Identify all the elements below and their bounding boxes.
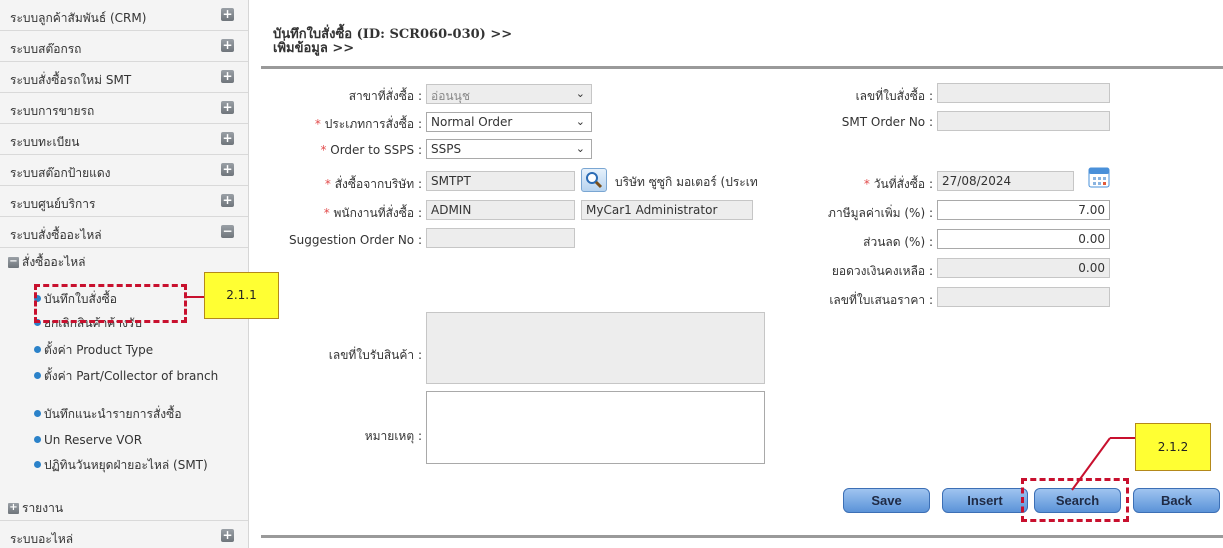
menu-parts-order[interactable]: ระบบสั่งซื้ออะไหล่ − (0, 217, 248, 248)
submenu-item-label: บันทึกแนะนำรายการสั่งซื้อ (44, 407, 182, 421)
chevron-down-icon: ⌄ (575, 87, 585, 100)
plus-icon[interactable]: + (221, 70, 234, 83)
plus-icon[interactable]: + (8, 503, 19, 514)
po-no-label: เลขที่ใบสั่งซื้อ : (855, 89, 933, 103)
menu-crm[interactable]: ระบบลูกค้าสัมพันธ์ (CRM) + (0, 0, 248, 31)
menu-label: ระบบสต๊อกป้ายแดง (10, 166, 111, 180)
bottom-divider (261, 535, 1223, 538)
menu-registration[interactable]: ระบบทะเบียน + (0, 124, 248, 155)
credit-field: 0.00 (937, 258, 1110, 278)
menu-label: ระบบสั่งซื้อรถใหม่ SMT (10, 73, 132, 87)
menu-label: ระบบทะเบียน (10, 135, 80, 149)
plus-icon[interactable]: + (221, 39, 234, 52)
quotation-field (937, 287, 1110, 307)
submenu-item-product-type[interactable]: ตั้งค่า Product Type (34, 343, 234, 357)
submenu-item-label: ปฏิทินวันหยุดฝ่ายอะไหล่ (SMT) (44, 458, 208, 472)
company-code-field: SMTPT (426, 171, 575, 191)
plus-icon[interactable]: + (221, 529, 234, 542)
smt-order-field (937, 111, 1110, 131)
callout-line (1071, 437, 1136, 491)
receipt-textarea (426, 312, 765, 384)
menu-label: ระบบการขายรถ (10, 104, 95, 118)
menu-service-center[interactable]: ระบบศูนย์บริการ + (0, 186, 248, 217)
company-name-field: บริษัท ซูซูกิ มอเตอร์ (ประเท (611, 171, 759, 191)
menu-label: ระบบสต๊อกรถ (10, 42, 82, 56)
remark-textarea[interactable] (426, 391, 765, 464)
vat-field[interactable]: 7.00 (937, 200, 1110, 220)
minus-icon[interactable]: − (8, 257, 19, 268)
menu-parts[interactable]: ระบบอะไหล่ + (0, 520, 248, 548)
top-divider (261, 66, 1223, 69)
plus-icon[interactable]: + (221, 194, 234, 207)
save-button[interactable]: Save (843, 488, 930, 513)
submenu-item-label: ตั้งค่า Part/Collector of branch (44, 369, 219, 383)
insert-button[interactable]: Insert (942, 488, 1028, 513)
menu-label: ระบบอะไหล่ (10, 532, 74, 546)
menu-label: ระบบสั่งซื้ออะไหล่ (10, 228, 102, 242)
back-button[interactable]: Back (1133, 488, 1220, 513)
bullet-icon (34, 346, 41, 353)
page-title-line2: เพิ่มข้อมูล >> (273, 41, 355, 56)
bullet-icon (34, 372, 41, 379)
submenu-header-label: สั่งซื้ออะไหล่ (22, 255, 86, 269)
credit-label: ยอดวงเงินคงเหลือ : (831, 264, 933, 278)
callout-2-1-2: 2.1.2 (1135, 423, 1211, 471)
discount-field[interactable]: 0.00 (937, 229, 1110, 249)
submenu-item-unreserve-vor[interactable]: Un Reserve VOR (34, 433, 234, 447)
calendar-icon[interactable] (1088, 166, 1110, 188)
submenu-header[interactable]: − สั่งซื้ออะไหล่ (8, 253, 86, 272)
suggestion-label: Suggestion Order No : (289, 233, 422, 247)
page-title-line1: บันทึกใบสั่งซื้อ (ID: SCR060-030) >> (273, 27, 513, 42)
menu-label: ระบบลูกค้าสัมพันธ์ (CRM) (10, 11, 147, 25)
submenu-item-label: ตั้งค่า Product Type (44, 343, 154, 357)
order-type-label: * ประเภทการสั่งซื้อ : (314, 117, 422, 131)
order-date-label: * วันที่สั่งซื้อ : (863, 177, 933, 191)
receipt-label: เลขที่ใบรับสินค้า : (328, 348, 422, 362)
smt-order-label: SMT Order No : (841, 115, 933, 129)
branch-label: สาขาที่สั่งซื้อ : (348, 89, 422, 103)
report-menu[interactable]: + รายงาน (8, 499, 63, 518)
minus-icon[interactable]: − (221, 225, 234, 238)
chevron-down-icon: ⌄ (575, 142, 585, 155)
search-icon[interactable] (581, 168, 607, 192)
remark-label: หมายเหตุ : (364, 429, 422, 443)
plus-icon[interactable]: + (221, 8, 234, 21)
page-title: บันทึกใบสั่งซื้อ (ID: SCR060-030) >> เพิ… (273, 28, 512, 56)
staff-name-field: MyCar1 Administrator (581, 200, 753, 220)
branch-select: อ่อนนุช ⌄ (426, 84, 592, 104)
vat-label: ภาษีมูลค่าเพิ่ม (%) : (828, 206, 933, 220)
menu-label: ระบบศูนย์บริการ (10, 197, 96, 211)
quotation-label: เลขที่ใบเสนอราคา : (829, 293, 933, 307)
callout-2-1-1: 2.1.1 (204, 272, 279, 319)
company-label: * สั่งซื้อจากบริษัท : (324, 177, 422, 191)
order-sps-label: * Order to SSPS : (320, 143, 422, 157)
highlight-box-save-po (34, 284, 187, 323)
callout-line (186, 296, 204, 298)
staff-label: * พนักงานที่สั่งซื้อ : (323, 206, 422, 220)
bullet-icon (34, 461, 41, 468)
order-type-select[interactable]: Normal Order ⌄ (426, 112, 592, 132)
report-label: รายงาน (22, 501, 64, 515)
submenu-item-part-collector[interactable]: ตั้งค่า Part/Collector of branch (34, 369, 234, 383)
submenu-item-holiday-calendar[interactable]: ปฏิทินวันหยุดฝ่ายอะไหล่ (SMT) (34, 458, 234, 472)
submenu-item-label: Un Reserve VOR (44, 433, 143, 447)
plus-icon[interactable]: + (221, 101, 234, 114)
po-no-field (937, 83, 1110, 103)
menu-red-plate-stock[interactable]: ระบบสต๊อกป้ายแดง + (0, 155, 248, 186)
bullet-icon (34, 410, 41, 417)
staff-code-field: ADMIN (426, 200, 575, 220)
order-sps-select[interactable]: SSPS ⌄ (426, 139, 592, 159)
bullet-icon (34, 436, 41, 443)
suggestion-field (426, 228, 575, 248)
discount-label: ส่วนลด (%) : (863, 235, 933, 249)
plus-icon[interactable]: + (221, 132, 234, 145)
chevron-down-icon: ⌄ (575, 115, 585, 128)
menu-car-sales[interactable]: ระบบการขายรถ + (0, 93, 248, 124)
menu-car-stock[interactable]: ระบบสต๊อกรถ + (0, 31, 248, 62)
order-date-field: 27/08/2024 (937, 171, 1074, 191)
submenu-item-suggest-order[interactable]: บันทึกแนะนำรายการสั่งซื้อ (34, 407, 234, 421)
menu-new-car-order[interactable]: ระบบสั่งซื้อรถใหม่ SMT + (0, 62, 248, 93)
plus-icon[interactable]: + (221, 163, 234, 176)
